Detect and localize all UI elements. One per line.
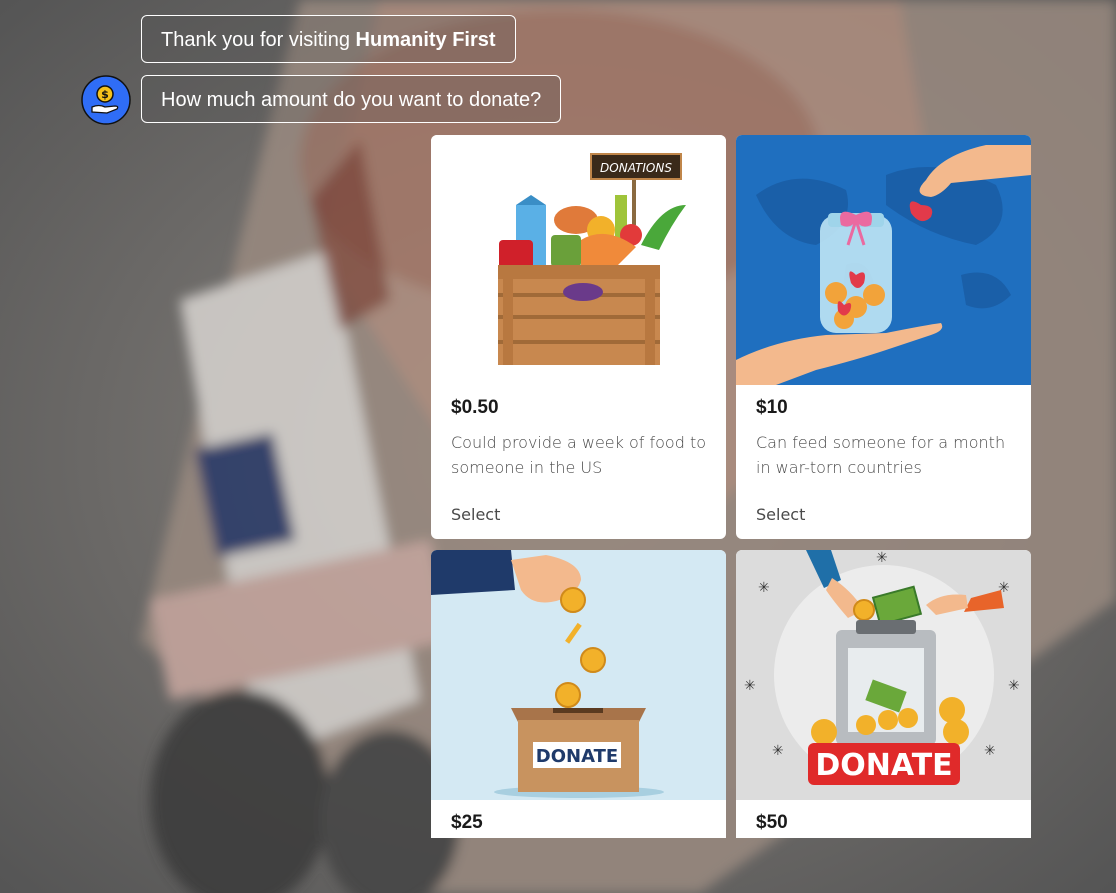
description: Can feed someone for a month in war-torn…	[756, 433, 1006, 477]
heart-jar-hands-icon	[736, 135, 1031, 385]
price: $0.50	[451, 397, 499, 418]
donate-coin-hand-icon: $	[81, 75, 131, 125]
brand-name: Humanity First	[355, 29, 496, 51]
svg-text:✳: ✳	[984, 743, 996, 759]
svg-text:✳: ✳	[1008, 678, 1020, 694]
svg-text:✳: ✳	[744, 678, 756, 694]
food-donation-crate-icon: DONATIONS	[431, 135, 726, 385]
donation-question: How much amount do you want to donate?	[141, 75, 562, 123]
donate-cash-box-icon: ✳✳ ✳ ✳ ✳ ✳ ✳ DONATE	[736, 550, 1031, 800]
price: $25	[451, 812, 483, 833]
donation-option-card-4[interactable]: ✳ ✳ ✳ ✳ ✳ ✳ ✳ DONATE $50	[736, 550, 1031, 838]
svg-text:✳: ✳	[876, 550, 888, 566]
donate-box-text: DONATE	[536, 746, 618, 767]
greeting-message: Thank you for visiting Humanity First	[141, 15, 516, 63]
donation-option-card-1[interactable]: DONATIONS $0.50 Could provide a week of …	[431, 135, 726, 539]
price: $50	[756, 812, 788, 833]
description: Could provide a week of food to someone …	[451, 433, 706, 477]
svg-text:✳: ✳	[772, 743, 784, 759]
svg-text:✳: ✳	[758, 580, 770, 596]
greeting-prefix: Thank you for visiting	[161, 29, 356, 51]
donation-option-card-2[interactable]: $10 Can feed someone for a month in war-…	[736, 135, 1031, 539]
donate-box-coins-icon: DONATE	[431, 550, 726, 800]
donations-sign-text: DONATIONS	[600, 161, 672, 175]
select-button[interactable]: Select	[756, 505, 805, 524]
donate-banner-text: DONATE	[815, 748, 952, 783]
svg-text:$: $	[101, 88, 109, 101]
select-button[interactable]: Select	[451, 505, 500, 524]
donation-option-card-3[interactable]: DONATE $25	[431, 550, 726, 838]
price: $10	[756, 397, 788, 418]
